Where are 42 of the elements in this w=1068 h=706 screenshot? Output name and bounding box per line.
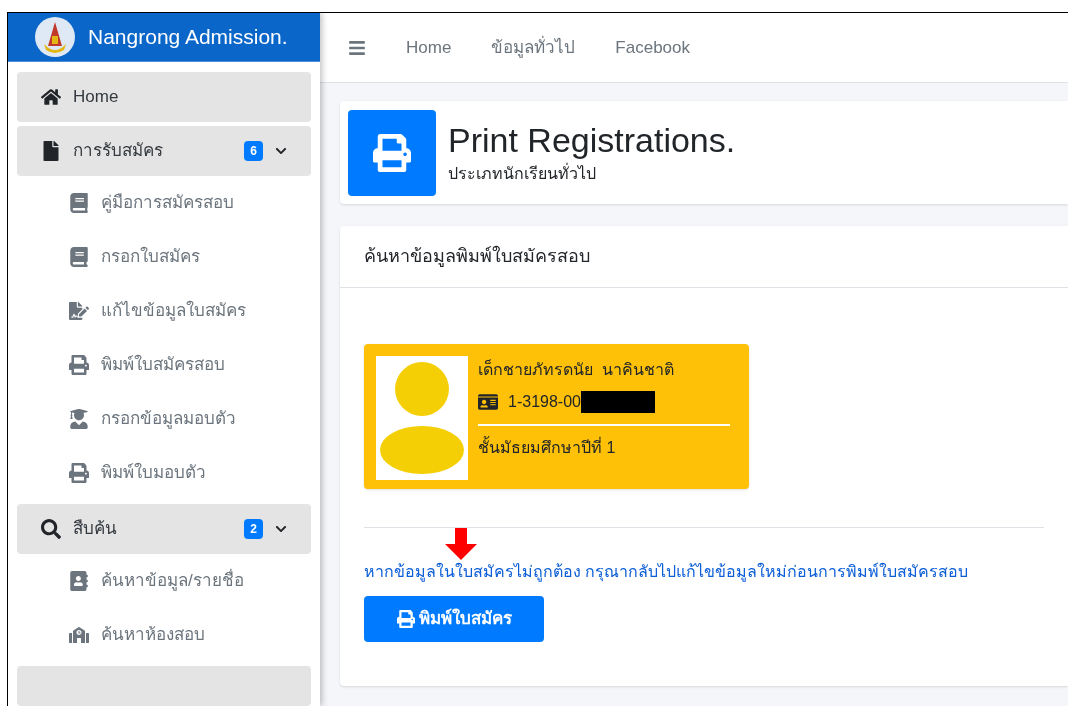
- student-grade: ชั้นมัธยมศึกษาปีที่ 1: [478, 436, 730, 460]
- sidebar-item[interactable]: สืบค้น 2: [17, 504, 311, 554]
- document-icon: [41, 141, 61, 161]
- page-subtitle: ประเภทนักเรียนทั่วไป: [448, 162, 597, 184]
- search-icon: [41, 519, 61, 539]
- card-title: ค้นหาข้อมูลพิมพ์ใบสมัครสอบ: [364, 244, 590, 269]
- home-icon: [41, 87, 61, 107]
- nav-link[interactable]: ข้อมูลทั่วไป: [491, 34, 576, 61]
- student-name: เด็กชายภัทรดนัย นาคินชาติ: [478, 358, 675, 380]
- sidebar-subitem[interactable]: คู่มือการสมัครสอบ: [17, 176, 311, 230]
- id-number: 1-3198-00: [508, 392, 581, 412]
- menu-icon[interactable]: [348, 38, 366, 57]
- print-button[interactable]: พิมพ์ใบสมัคร: [364, 596, 544, 642]
- sidebar-subitem[interactable]: ค้นหาข้อมูล/รายชื่อ: [17, 554, 311, 608]
- notice-text: หากข้อมูลในใบสมัครไม่ถูกต้อง กรุณากลับไปแก้ไขข้อมูลใหม่ก่อนการพิมพ์ใบสมัครสอบ: [364, 561, 970, 584]
- count-badge: 6: [244, 141, 263, 161]
- sidebar-subitem[interactable]: พิมพ์ใบมอบตัว: [17, 446, 311, 500]
- nav-link[interactable]: Facebook: [615, 34, 691, 61]
- count-badge: 2: [244, 519, 263, 539]
- brand-title: Nangrong Admission.: [88, 24, 288, 51]
- down-arrow: [444, 528, 478, 560]
- sidebar-subitem[interactable]: พิมพ์ใบสมัครสอบ: [17, 338, 311, 392]
- edit-icon: [69, 301, 89, 321]
- sidebar-subitem[interactable]: กรอกข้อมูลมอบตัว: [17, 392, 311, 446]
- school-emblem-icon: [34, 16, 76, 58]
- printer-icon: [373, 133, 411, 172]
- printer-icon: [69, 463, 89, 483]
- contact-card-icon: [69, 571, 89, 591]
- printer-icon: [396, 610, 415, 628]
- notebook-icon: [69, 247, 89, 267]
- page-title: Print Registrations.: [448, 120, 736, 162]
- id-card-icon: [478, 392, 498, 412]
- book-icon: [69, 193, 89, 213]
- sidebar-subitem[interactable]: แก้ไขข้อมูลใบสมัคร: [17, 284, 311, 338]
- sidebar-subitem[interactable]: ค้นหาห้องสอบ: [17, 608, 311, 662]
- sidebar-subitem[interactable]: กรอกใบสมัคร: [17, 230, 311, 284]
- building-icon: [69, 625, 89, 645]
- sidebar-item[interactable]: การรับสมัคร 6: [17, 126, 311, 176]
- sidebar-item[interactable]: Home: [17, 72, 311, 122]
- printer-icon: [69, 355, 89, 375]
- graduate-icon: [69, 409, 89, 429]
- nav-link[interactable]: Home: [406, 34, 452, 61]
